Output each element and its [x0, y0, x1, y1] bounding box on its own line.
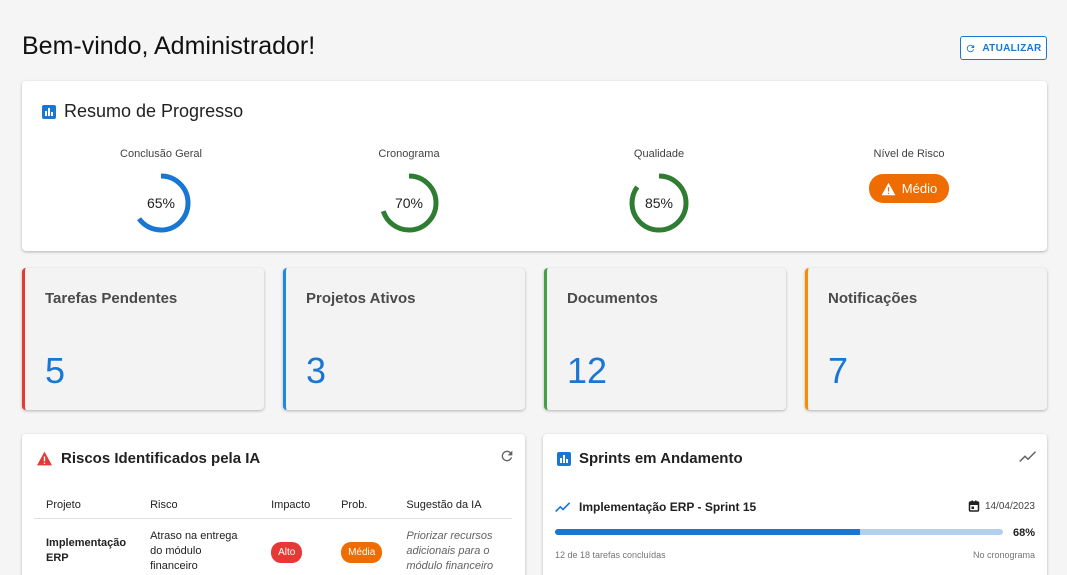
ai-risks-table: Projeto Risco Impacto Prob. Sugestão da …: [34, 494, 512, 575]
metric-value: 65%: [146, 195, 176, 211]
sprints-title: Sprints em Andamento: [579, 450, 743, 467]
sprint-meta: 12 de 18 tarefas concluídas No cronogram…: [555, 550, 1035, 560]
column-header: Projeto: [34, 494, 139, 519]
risk-level-chip: Médio: [868, 174, 950, 203]
stat-value: 3: [306, 350, 327, 391]
risk-project: Implementação ERP: [46, 537, 127, 564]
warning-icon: [881, 182, 896, 195]
refresh-icon: [967, 44, 975, 52]
metric-value: 70%: [394, 195, 424, 211]
metric-label: Conclusão Geral: [120, 148, 202, 160]
metric-quality: Qualidade 85%: [579, 148, 739, 234]
risk-description: Atraso na entrega do módulo financeiro: [150, 530, 238, 572]
table-header-row: Projeto Risco Impacto Prob. Sugestão da …: [34, 494, 512, 519]
risk-level-value: Médio: [901, 181, 938, 196]
table-row[interactable]: Implementação ERP Atraso na entrega do m…: [34, 519, 512, 575]
sprint-progress-bar: [555, 529, 1003, 535]
sprints-card: Sprints em Andamento Implementação ERP -…: [543, 434, 1047, 575]
metric-label: Nível de Risco: [873, 148, 945, 160]
stat-title: Tarefas Pendentes: [45, 290, 178, 307]
metric-schedule: Cronograma 70%: [329, 148, 489, 234]
column-header: Prob.: [329, 494, 395, 519]
stat-title: Notificações: [828, 290, 918, 307]
refresh-icon[interactable]: [499, 448, 515, 464]
metric-value: 85%: [644, 195, 674, 211]
bar-chart-icon: [42, 104, 56, 119]
sprint-percent: 68%: [1012, 527, 1035, 539]
sprint-progress-fill: [555, 529, 860, 535]
stat-card-documents[interactable]: Documentos 12: [544, 268, 786, 410]
sprint-date-label: 14/04/2023: [984, 500, 1035, 512]
column-header: Risco: [138, 494, 260, 519]
progress-summary-title: Resumo de Progresso: [64, 101, 244, 121]
ai-risks-header: Riscos Identificados pela IA: [36, 450, 260, 467]
ai-risks-card: Riscos Identificados pela IA Projeto Ris…: [22, 434, 525, 575]
sprints-header: Sprints em Andamento: [557, 450, 743, 467]
sprint-name-label: Implementação ERP - Sprint 15: [579, 500, 757, 514]
progress-summary-card: Resumo de Progresso Conclusão Geral 65% …: [22, 81, 1047, 251]
stat-title: Projetos Ativos: [306, 290, 416, 307]
ai-risks-title: Riscos Identificados pela IA: [61, 450, 261, 467]
progress-ring: 65%: [130, 172, 192, 234]
trending-up-icon[interactable]: [1019, 449, 1037, 465]
sprint-name: Implementação ERP - Sprint 15: [555, 500, 1035, 514]
probability-badge: Média: [341, 542, 383, 563]
refresh-button-label: ATUALIZAR: [982, 42, 1042, 54]
stat-card-pending-tasks[interactable]: Tarefas Pendentes 5: [22, 268, 264, 410]
stat-value: 5: [45, 350, 66, 391]
impact-badge: Alto: [271, 542, 303, 563]
calendar-icon: [968, 500, 980, 512]
column-header: Sugestão da IA: [394, 494, 512, 519]
metric-risk-level: Nível de Risco Médio: [829, 148, 989, 203]
metric-label: Qualidade: [633, 148, 685, 160]
stat-card-active-projects[interactable]: Projetos Ativos 3: [283, 268, 525, 410]
column-header: Impacto: [259, 494, 330, 519]
progress-ring: 70%: [378, 172, 440, 234]
progress-ring: 85%: [628, 172, 690, 234]
bar-chart-icon: [557, 451, 571, 466]
stat-value: 12: [567, 350, 608, 391]
sprint-status: No cronograma: [972, 550, 1035, 560]
stat-title: Documentos: [567, 290, 658, 307]
ai-suggestion: Priorizar recursos adicionais para o mód…: [406, 530, 494, 572]
trending-up-icon: [555, 501, 571, 512]
sprint-item[interactable]: Implementação ERP - Sprint 15 14/04/2023…: [555, 500, 1035, 560]
refresh-button[interactable]: ATUALIZAR: [960, 36, 1047, 60]
metric-overall-completion: Conclusão Geral 65%: [81, 148, 241, 234]
progress-summary-header: Resumo de Progresso: [42, 101, 243, 122]
stat-value: 7: [828, 350, 849, 391]
stat-card-notifications[interactable]: Notificações 7: [805, 268, 1047, 410]
sprint-date: 14/04/2023: [968, 500, 1035, 512]
metric-label: Cronograma: [378, 148, 440, 160]
warning-icon: [37, 451, 52, 466]
page-title: Bem-vindo, Administrador!: [22, 32, 316, 60]
sprint-task-count: 12 de 18 tarefas concluídas: [555, 550, 666, 560]
